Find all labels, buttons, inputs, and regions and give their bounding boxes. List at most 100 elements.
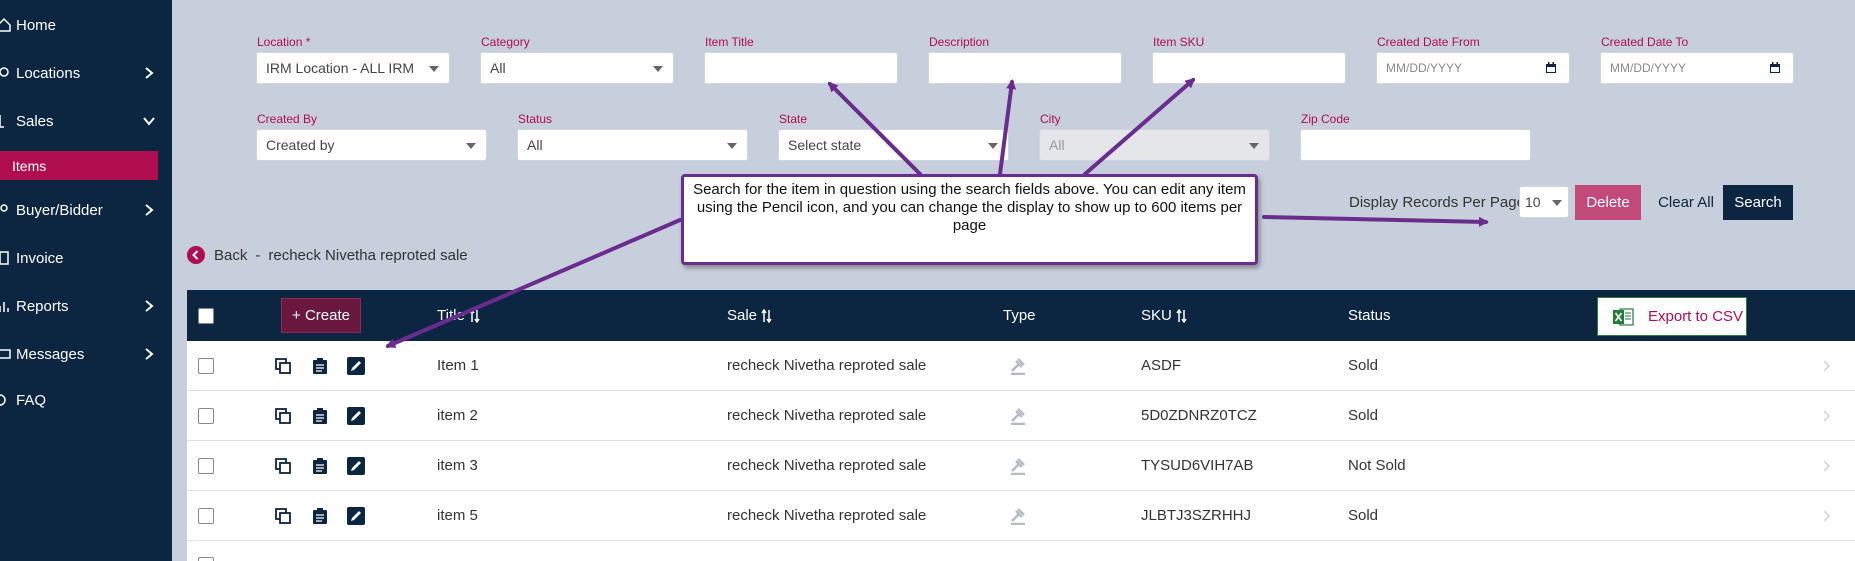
row-title: item 2: [437, 407, 478, 424]
column-header-sku[interactable]: SKU: [1141, 307, 1187, 324]
category-value: All: [490, 60, 506, 76]
description-input[interactable]: [928, 52, 1122, 84]
table-row[interactable]: Item 1 recheck Nivetha reproted sale ASD…: [187, 341, 1855, 391]
sidebar-item-sales[interactable]: Sales: [0, 107, 172, 135]
sort-icon: [761, 308, 772, 323]
sidebar-item-messages[interactable]: Messages: [0, 340, 172, 368]
column-header-title-label: Title: [437, 307, 465, 324]
sidebar-item-items[interactable]: Items: [0, 151, 158, 180]
column-header-title[interactable]: Title: [437, 307, 480, 324]
state-select[interactable]: Select state: [778, 129, 1009, 161]
row-checkbox[interactable]: [198, 557, 214, 561]
pencil-icon[interactable]: [347, 357, 365, 375]
row-sku: ASDF: [1141, 357, 1182, 374]
table-header: + Create Title Sale Type SKU Status Expo…: [187, 290, 1855, 341]
sidebar-item-reports[interactable]: Reports: [0, 292, 172, 320]
item-sku-input[interactable]: [1152, 52, 1346, 84]
table-row[interactable]: item 3 recheck Nivetha reproted sale TYS…: [187, 441, 1855, 491]
zip-input[interactable]: [1300, 129, 1531, 161]
notes-icon[interactable]: [311, 407, 329, 425]
row-sale: recheck Nivetha reproted sale: [727, 357, 927, 374]
notes-icon[interactable]: [311, 507, 329, 525]
row-checkbox[interactable]: [198, 508, 214, 524]
status-select[interactable]: All: [517, 129, 748, 161]
row-sku: JLBTJ3SZRHHJ: [1141, 507, 1252, 524]
sidebar-item-label: Locations: [16, 64, 81, 82]
delete-button[interactable]: Delete: [1575, 185, 1641, 220]
row-title: Item 1: [437, 357, 479, 374]
column-header-sale-label: Sale: [727, 307, 758, 324]
chevron-right-icon[interactable]: [1822, 509, 1831, 523]
table-row[interactable]: [187, 541, 1855, 561]
pencil-icon[interactable]: [347, 457, 365, 475]
select-all-checkbox[interactable]: [198, 308, 214, 324]
copy-icon[interactable]: [274, 457, 292, 475]
city-value: All: [1049, 137, 1065, 153]
column-header-status-label: Status: [1348, 307, 1391, 324]
status-value: All: [527, 137, 543, 153]
sidebar-item-buyer-bidder[interactable]: Buyer/Bidder: [0, 196, 172, 224]
table-row[interactable]: item 5 recheck Nivetha reproted sale JLB…: [187, 491, 1855, 541]
caret-down-icon: [1249, 143, 1259, 149]
create-button[interactable]: + Create: [281, 298, 361, 333]
item-title-input[interactable]: [704, 52, 898, 84]
export-csv-button[interactable]: Export to CSV: [1597, 297, 1747, 336]
caret-down-icon: [727, 143, 737, 149]
row-checkbox[interactable]: [198, 458, 214, 474]
chevron-right-icon[interactable]: [1822, 459, 1831, 473]
pencil-icon[interactable]: [347, 407, 365, 425]
sidebar-item-invoice[interactable]: Invoice: [0, 244, 172, 272]
created-by-select[interactable]: Created by: [256, 129, 487, 161]
created-from-label: Created Date From: [1377, 35, 1480, 49]
back-separator: -: [255, 246, 261, 264]
calendar-icon[interactable]: [1545, 62, 1557, 74]
clear-all-button[interactable]: Clear All: [1656, 185, 1716, 220]
copy-icon[interactable]: [274, 407, 292, 425]
table-row[interactable]: item 2 recheck Nivetha reproted sale 5D0…: [187, 391, 1855, 441]
back-sale-name: recheck Nivetha reproted sale: [268, 246, 468, 264]
sidebar-item-label: Items: [12, 157, 47, 174]
calendar-icon[interactable]: [1769, 62, 1781, 74]
sidebar: Home Locations Sales Items Buyer/Bidder …: [0, 0, 172, 561]
notes-icon[interactable]: [311, 357, 329, 375]
created-by-value: Created by: [266, 137, 335, 153]
category-select[interactable]: All: [480, 52, 674, 84]
auction-gavel-icon: [1011, 408, 1025, 425]
help-icon: [0, 394, 6, 406]
item-title-label: Item Title: [705, 35, 754, 49]
location-select[interactable]: IRM Location - ALL IRM: [256, 52, 450, 84]
sidebar-item-home[interactable]: Home: [0, 11, 172, 39]
column-header-type-label: Type: [1003, 307, 1036, 324]
message-icon: [0, 349, 11, 359]
sidebar-item-label: Messages: [16, 345, 85, 363]
chevron-right-icon[interactable]: [1822, 409, 1831, 423]
sidebar-item-label: Home: [16, 16, 57, 34]
records-per-page-select[interactable]: 10: [1519, 186, 1569, 218]
search-button[interactable]: Search: [1723, 185, 1793, 220]
chevron-right-icon: [145, 300, 154, 312]
copy-icon[interactable]: [274, 357, 292, 375]
row-checkbox[interactable]: [198, 358, 214, 374]
caret-down-icon: [1552, 200, 1562, 206]
sidebar-item-faq[interactable]: FAQ: [0, 386, 172, 414]
chevron-right-icon[interactable]: [1822, 359, 1831, 373]
pencil-icon[interactable]: [347, 507, 365, 525]
chevron-right-icon: [145, 348, 154, 360]
item-sku-label: Item SKU: [1153, 35, 1205, 49]
row-status: Sold: [1348, 507, 1379, 524]
copy-icon[interactable]: [274, 507, 292, 525]
chevron-right-icon: [145, 204, 154, 216]
column-header-sku-label: SKU: [1141, 307, 1172, 324]
back-link[interactable]: Back - recheck Nivetha reproted sale: [187, 246, 468, 264]
created-from-input[interactable]: MM/DD/YYYY: [1376, 52, 1570, 84]
export-csv-label: Export to CSV: [1648, 308, 1744, 325]
sidebar-item-locations[interactable]: Locations: [0, 59, 172, 87]
column-header-status: Status: [1348, 307, 1391, 324]
notes-icon[interactable]: [311, 457, 329, 475]
column-header-sale[interactable]: Sale: [727, 307, 772, 324]
invoice-icon: [0, 251, 9, 265]
created-to-input[interactable]: MM/DD/YYYY: [1600, 52, 1794, 84]
row-checkbox[interactable]: [198, 408, 214, 424]
row-sale: recheck Nivetha reproted sale: [727, 407, 927, 424]
state-value: Select state: [788, 137, 862, 153]
